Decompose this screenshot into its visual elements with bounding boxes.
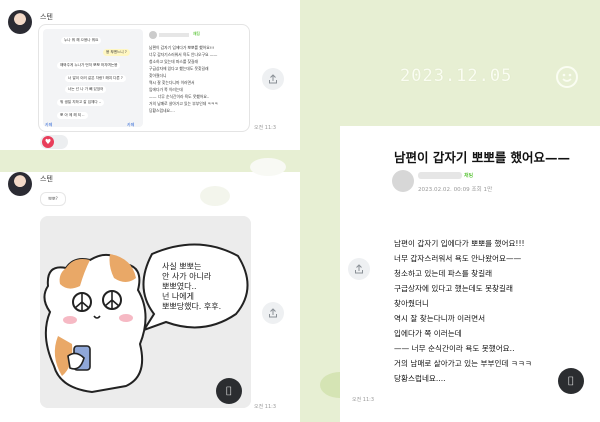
message-bubble[interactable]: 뽀뽀? (40, 192, 66, 206)
inner-chat-bubble: 응 뿌엔느니 ? (103, 49, 130, 56)
share-icon[interactable] (348, 258, 370, 280)
hamster-illustration (40, 216, 251, 408)
speech-bubble-text: 사실 뽀뽀는 안 사가 아니라 뽀뽀였다.. 넌 나에게 뽀뽀당했다. 후후. (162, 262, 221, 312)
inner-chat-bubble: 뭐 생일 지하고 갈 입체다 .. (57, 99, 105, 106)
post-body-line: —— 너무 순식간이라 욕도 못했어요.. (394, 344, 515, 353)
smile-icon (556, 66, 578, 88)
message-time: 오전 11:3 (254, 125, 277, 131)
post-line: 입에다가 쪽 이러는데 (149, 87, 183, 92)
post-body-line: 너무 갑자스러워서 욕도 안나왔어요—— (394, 254, 522, 263)
inner-chat-screenshot: 누나 뭐 해 으응나 뭐요 응 뿌엔느니 ? 해봐주게 누나가 먼저 뽀뽀 하자… (43, 29, 143, 127)
post-body-line: 남편이 갑자기 입에다가 뽀뽀를 했어요!!! (394, 239, 525, 248)
post-line: 남편이 갑자기 입에다가 뽀뽀를 했어요!!! (149, 45, 215, 50)
post-body-line: 입에다가 쪽 이러는데 (394, 329, 462, 338)
chat-badge[interactable]: 채팅 (464, 172, 473, 179)
blurred-author-name (418, 172, 462, 179)
left-chat-pane: 스텐 누나 뭐 해 으응나 뭐요 응 뿌엔느니 ? 해봐주게 누나가 먼저 뽀뽀… (0, 0, 300, 422)
sender-avatar[interactable] (8, 10, 32, 34)
share-icon[interactable] (262, 302, 284, 324)
sender-name: 스텐 (40, 13, 53, 21)
speech-line: 넌 나에게 (162, 292, 194, 301)
post-title: 남편이 갑자기 뽀뽀를 했어요—— (394, 150, 571, 165)
card-footer-right: 카페 (127, 122, 135, 127)
cloud-decor (200, 186, 230, 206)
inner-chat-bubble: 뽀 아 께 해 되 .. (57, 112, 88, 119)
speech-line: 사실 뽀뽀는 (162, 262, 202, 271)
post-line: 역시 잘 찾는다니까 이러면서 (149, 80, 195, 85)
inner-chat-bubble: 너는 넌 나 가 빼 있었어 (65, 86, 107, 93)
inner-chat-bubble: 누나 뭐 해 으응나 뭐요 (61, 37, 102, 44)
post-avatar (149, 31, 157, 39)
message-time: 오전 11:3 (352, 397, 375, 403)
post-line: 찾아줬더니 (149, 73, 167, 78)
speech-line: 뽀뽀였다.. (162, 282, 197, 291)
post-line: 거의 남매로 살아가고 있는 부부인데 ㅋㅋㅋ (149, 101, 218, 106)
meme-image[interactable]: 사실 뽀뽀는 안 사가 아니라 뽀뽀였다.. 넌 나에게 뽀뽀당했다. 후후. (40, 216, 251, 408)
message-time: 오전 11:3 (254, 404, 277, 410)
inner-chat-bubble: 너 말이 이러 같은 자랑? 해여 다른 ? (65, 75, 126, 82)
blurred-author (159, 33, 189, 37)
post-body-line: 거의 남매로 살아가고 있는 부부인데 ㅋㅋㅋ (394, 359, 532, 368)
post-line: —— 너무 순식간이라 욕도 못했어요.. (149, 94, 210, 99)
scan-icon[interactable]: ⌷ (216, 378, 242, 404)
post-line: 너무 갑자기스러워서 욕도 안나오구요 —— (149, 52, 218, 57)
cloud-decor (250, 158, 286, 176)
post-body-line: 당황스럽네요.... (394, 374, 446, 383)
card-footer-left: 카페 (45, 122, 53, 127)
post-body-line: 구급상자에 있다고 했는데도 못찾길래 (394, 284, 514, 293)
post-body-line: 찾아줬더니 (394, 299, 429, 308)
shared-post-card[interactable]: 누나 뭐 해 으응나 뭐요 응 뿌엔느니 ? 해봐주게 누나가 먼저 뽀뽀 하자… (38, 24, 250, 132)
post-badge: 채팅 (193, 31, 200, 36)
inner-chat-bubble: 해봐주게 누나가 먼저 뽀뽀 하자며는응 (57, 62, 121, 69)
post-meta: 2023.02.02. 00:09 조회 1만 (418, 187, 493, 193)
inner-post-screenshot: 채팅 남편이 갑자기 입에다가 뽀뽀를 했어요!!! 너무 갑자기스러워서 욕도… (147, 29, 247, 127)
author-avatar[interactable] (392, 170, 414, 192)
post-line: 청소하고 있는데 파스를 찾길래 (149, 59, 199, 64)
post-body-line: 청소하고 있는데 파스를 찾길래 (394, 269, 493, 278)
post-body-line: 역시 잘 찾는다니까 이러면서 (394, 314, 486, 323)
post-line: 구급상자에 있다고 했는데도 못찾길래 (149, 66, 209, 71)
scan-icon[interactable]: ⌷ (558, 368, 584, 394)
sender-name: 스텐 (40, 175, 53, 183)
heart-icon: ♥ (42, 136, 54, 148)
date-stamp: 2023.12.05 (400, 66, 513, 86)
sender-avatar[interactable] (8, 172, 32, 196)
speech-line: 뽀뽀당했다. 후후. (162, 302, 222, 311)
share-icon[interactable] (262, 68, 284, 90)
post-line: 당황스럽네요.... (149, 108, 175, 113)
reaction-button[interactable]: ♥ (40, 135, 68, 149)
speech-line: 안 사가 아니라 (162, 272, 212, 281)
